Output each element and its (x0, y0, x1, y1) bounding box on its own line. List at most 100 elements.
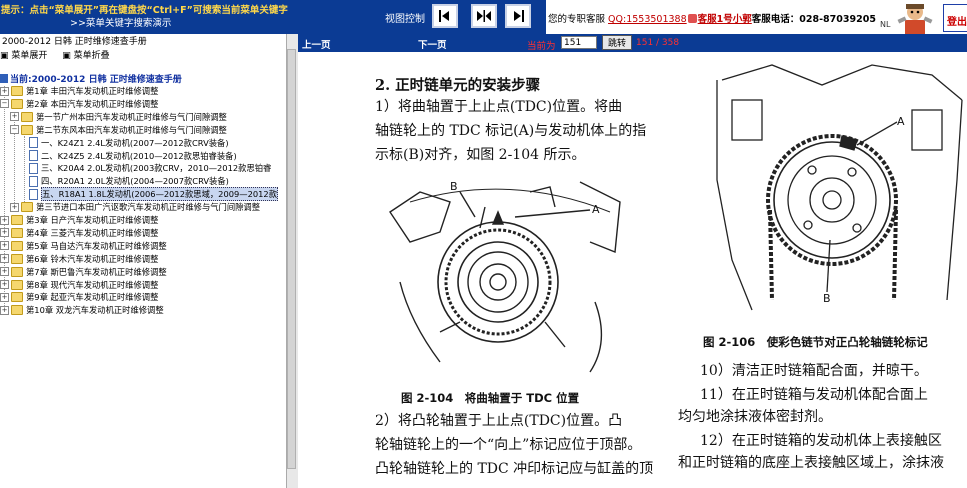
tree-folder-item[interactable]: + 第1章 丰田汽车发动机正时维修调整 (0, 85, 158, 97)
expand-icon[interactable]: + (10, 202, 19, 212)
page-icon (29, 188, 38, 200)
paragraph-12-line-2: 和正时链箱的底座上表接触区域上，涂抹液 (678, 455, 944, 471)
view-right-button[interactable] (505, 4, 531, 28)
expand-icon[interactable]: + (0, 254, 9, 264)
mascot-icon (897, 4, 933, 34)
expand-icon[interactable]: + (0, 267, 9, 277)
tree-page-item[interactable]: 一、K24Z1 2.4L发动机(2007—2012款CRV装备) (20, 137, 229, 149)
search-hint-text: 提示：点击“菜单展开”再在键盘按“Ctrl+F”可搜索当前菜单关键字 (1, 5, 288, 16)
tree-folder-item[interactable]: + 第9章 起亚汽车发动机正时维修调整 (0, 291, 158, 303)
tree-item-label: 二、K24Z5 2.4L发动机(2010—2012款思铂睿装备) (41, 150, 237, 161)
qq-link[interactable]: QQ:1553501388 (608, 14, 687, 25)
tree-page-item[interactable]: 四、R20A1 2.0L发动机(2004—2007款CRV装备) (20, 175, 229, 187)
tree-item-label: 第1章 丰田汽车发动机正时维修调整 (26, 86, 159, 96)
paragraph-1-line-1: 1）将曲轴置于上止点(TDC)位置。将曲 (375, 99, 623, 115)
tree-folder-item[interactable]: + 第三节进口本田广汽讴歌汽车发动机正时维修与气门间隙调整 (10, 201, 260, 213)
next-page-button[interactable]: 下一页 (418, 37, 447, 51)
support-icon (687, 14, 697, 23)
tree-folder-item[interactable]: + 第一节广州本田汽车发动机正时维修与气门间隙调整 (10, 111, 227, 123)
section-heading: 2. 正时链单元的安装步骤 (375, 77, 541, 94)
tree-folder-item[interactable]: − 第二节东风本田汽车发动机正时维修与气门间隙调整 (10, 124, 227, 136)
tree-item-label: 一、K24Z1 2.4L发动机(2007—2012款CRV装备) (41, 137, 229, 148)
folder-icon (11, 253, 23, 264)
view-control-label: 视图控制 (385, 14, 425, 25)
tree-page-item[interactable]: 五、R18A1 1.8L发动机(2006—2012款思域，2009—2012款 (20, 187, 278, 202)
page-number-input[interactable] (561, 36, 597, 49)
tree-folder-item[interactable]: + 第6章 铃木汽车发动机正时维修调整 (0, 253, 158, 265)
folder-icon (21, 111, 33, 122)
page-icon (29, 175, 38, 187)
expand-icon[interactable]: + (0, 228, 9, 238)
tree-folder-item[interactable]: + 第4章 三菱汽车发动机正时维修调整 (0, 227, 158, 239)
paragraph-2-line-3: 凸轮轴链轮上的 TDC 冲印标记应与缸盖的顶 (375, 461, 654, 477)
expand-icon[interactable]: + (0, 215, 9, 225)
page-icon (29, 137, 38, 149)
view-left-button[interactable] (432, 4, 458, 28)
panel-scrollbar-thumb[interactable] (287, 49, 296, 469)
tree-item-label: 第3章 日产汽车发动机正时维修调整 (26, 215, 159, 225)
folder-icon (11, 215, 23, 225)
folder-icon (21, 124, 33, 135)
service-phone: 客服电话：028-87039205 (751, 14, 876, 25)
fig106-label-a: A (897, 115, 905, 128)
folder-icon (11, 98, 23, 109)
tree-item-label: 第9章 起亚汽车发动机正时维修调整 (26, 292, 159, 303)
menu-panel-title: 2000-2012 日韩 正时维修速查手册 (0, 34, 286, 47)
book-icon (0, 74, 8, 83)
paragraph-2-line-2: 轮轴链轮上的一个“向上”标记应位于顶部。 (375, 437, 642, 453)
paragraph-2-line-1: 2）将凸轮轴置于上止点(TDC)位置。凸 (375, 413, 623, 429)
tree-item-label: 第一节广州本田汽车发动机正时维修与气门间隙调整 (36, 111, 227, 122)
paragraph-1-line-3: 示标(B)对齐，如图 2-104 所示。 (375, 147, 586, 163)
paragraph-12-line-1: 12）在正时链箱的发动机体上表接触区 (700, 433, 942, 449)
expand-icon[interactable]: + (0, 241, 9, 251)
expand-icon[interactable]: + (10, 112, 19, 122)
service-link[interactable]: 客服1号小郭 (698, 14, 752, 25)
panel-right-icon (514, 10, 524, 22)
menu-tools: ▣ 菜单展开 ▣ 菜单折叠 (0, 48, 122, 61)
prev-page-button[interactable]: 上一页 (302, 37, 331, 51)
folder-icon (11, 266, 23, 277)
expand-icon[interactable]: + (0, 305, 9, 315)
menu-expand-button[interactable]: ▣ 菜单展开 (0, 51, 53, 61)
folder-icon (11, 240, 23, 251)
view-both-button[interactable] (471, 4, 497, 28)
tree-folder-item[interactable]: + 第8章 现代汽车发动机正时维修调整 (0, 279, 158, 291)
tree-item-label: 第三节进口本田广汽讴歌汽车发动机正时维修与气门间隙调整 (36, 202, 261, 213)
expand-icon[interactable]: + (0, 280, 9, 289)
search-demo-link[interactable]: >>菜单关键字搜索演示 (70, 15, 171, 29)
folder-icon (11, 86, 23, 96)
tree-folder-item[interactable]: + 第3章 日产汽车发动机正时维修调整 (0, 214, 158, 226)
tree-item-label: 第5章 马自达汽车发动机正时维修调整 (26, 240, 167, 251)
tree-folder-item[interactable]: + 第10章 双龙汽车发动机正时维修调整 (0, 304, 164, 316)
paragraph-10: 10）清洁正时链箱配合面，并晾干。 (700, 363, 928, 379)
tree-page-item[interactable]: 三、K20A4 2.0L发动机(2003款CRV，2010—2012款思铂睿 (20, 162, 271, 174)
folder-icon (11, 292, 23, 303)
contact-prefix: 您的专职客服 (548, 14, 606, 25)
figure-2-106-diagram (716, 64, 963, 311)
tree-folder-item[interactable]: + 第7章 斯巴鲁汽车发动机正时维修调整 (0, 266, 167, 278)
menu-collapse-button[interactable]: ▣ 菜单折叠 (62, 51, 115, 61)
folder-icon (21, 202, 33, 213)
tree-item-label: 第7章 斯巴鲁汽车发动机正时维修调整 (26, 266, 167, 277)
jump-button[interactable]: 跳转 (602, 35, 632, 50)
page-icon (29, 150, 38, 161)
paragraph-11-line-2: 均匀地涂抹液体密封剂。 (678, 409, 832, 425)
tree-folder-item[interactable]: − 第2章 本田汽车发动机正时维修调整 (0, 98, 158, 110)
logout-button[interactable]: 登出 (943, 4, 967, 32)
expand-icon[interactable]: + (0, 86, 9, 96)
fig104-label-a: A (592, 203, 600, 216)
nl-label: NL (880, 20, 891, 29)
page-icon (29, 162, 38, 174)
folder-icon (11, 279, 23, 290)
tree-root[interactable]: 当前:2000-2012 日韩 正时维修速查手册 (0, 72, 182, 85)
collapse-icon[interactable]: − (0, 99, 9, 109)
tree-folder-item[interactable]: + 第5章 马自达汽车发动机正时维修调整 (0, 240, 167, 252)
tree-item-label: 第4章 三菱汽车发动机正时维修调整 (26, 227, 159, 238)
expand-icon[interactable]: + (0, 292, 9, 302)
fig104-label-b: B (450, 180, 458, 193)
fig106-label-b: B (823, 292, 831, 305)
tree-page-item[interactable]: 二、K24Z5 2.4L发动机(2010—2012款思铂睿装备) (20, 150, 237, 162)
figure-2-104-diagram (389, 181, 621, 373)
collapse-icon[interactable]: − (10, 125, 19, 135)
tree-item-label: 第二节东风本田汽车发动机正时维修与气门间隙调整 (36, 124, 227, 135)
